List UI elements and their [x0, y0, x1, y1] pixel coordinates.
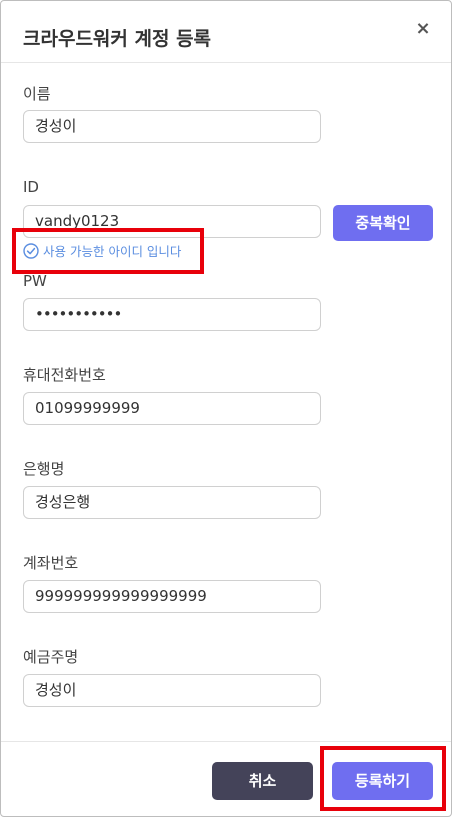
name-input[interactable]: 경성이 — [23, 110, 321, 143]
dialog-footer: 취소 등록하기 — [1, 741, 451, 816]
password-input[interactable]: ••••••••••• — [23, 298, 321, 331]
account-registration-dialog: 크라우드워커 계정 등록 × 이름 경성이 ID vandy0123 중복확인 … — [0, 0, 452, 817]
bank-name-label: 은행명 — [23, 460, 65, 478]
duplicate-check-button[interactable]: 중복확인 — [333, 205, 433, 241]
id-availability-text: 사용 가능한 아이디 입니다 — [43, 244, 182, 259]
account-number-input[interactable]: 999999999999999999 — [23, 580, 321, 613]
phone-label: 휴대전화번호 — [23, 366, 106, 384]
account-holder-label: 예금주명 — [23, 648, 79, 666]
dialog-title: 크라우드워커 계정 등록 — [23, 28, 212, 50]
account-number-label: 계좌번호 — [23, 554, 79, 572]
phone-input[interactable]: 01099999999 — [23, 392, 321, 425]
id-label: ID — [23, 178, 39, 196]
name-label: 이름 — [23, 85, 51, 103]
dialog-header: 크라우드워커 계정 등록 × — [1, 1, 451, 63]
close-icon[interactable]: × — [415, 19, 431, 39]
id-availability-message: 사용 가능한 아이디 입니다 — [23, 242, 181, 262]
account-holder-input[interactable]: 경성이 — [23, 674, 321, 707]
check-circle-icon — [23, 243, 39, 259]
password-label: PW — [23, 272, 47, 290]
bank-name-input[interactable]: 경성은행 — [23, 486, 321, 519]
id-input[interactable]: vandy0123 — [23, 205, 321, 238]
cancel-button[interactable]: 취소 — [212, 762, 313, 800]
register-button[interactable]: 등록하기 — [332, 762, 433, 800]
